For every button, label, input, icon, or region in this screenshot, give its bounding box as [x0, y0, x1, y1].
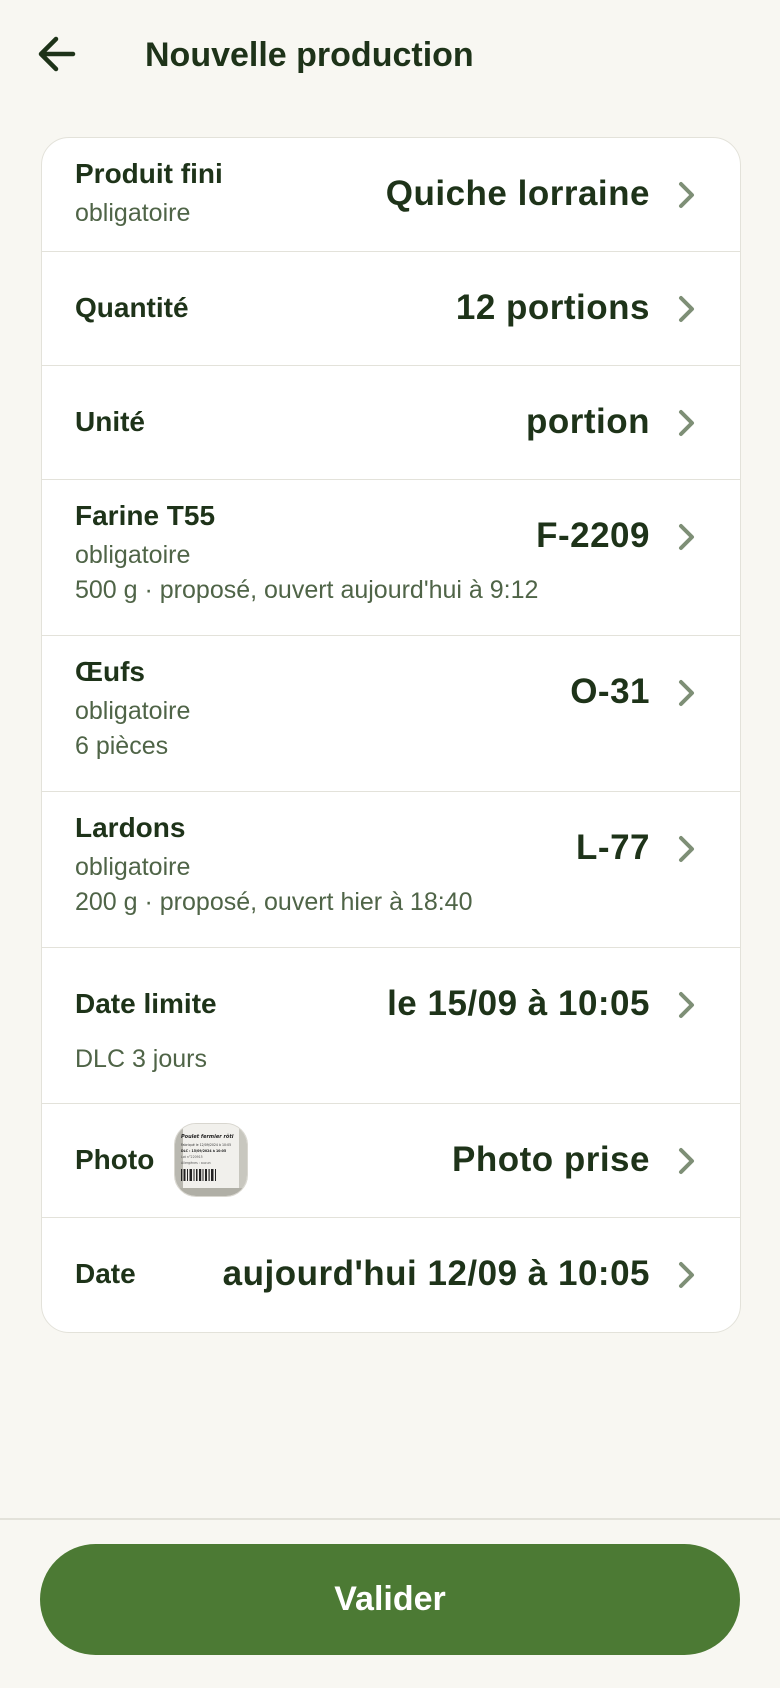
thumb-line-2: Fabriqué le 12/09/2024 à 10:05 — [181, 1143, 231, 1147]
lot-number: F-2209 — [536, 516, 650, 555]
photo-status: Photo prise — [451, 1140, 650, 1179]
chevron-right-icon — [679, 182, 694, 208]
row-value: portion — [525, 402, 650, 441]
chevron-right-icon — [679, 680, 694, 706]
required-hint: obligatoire — [75, 199, 191, 227]
chevron-right-icon — [679, 1262, 694, 1288]
lot-number: O-31 — [570, 672, 650, 711]
row-ingredient-lardons[interactable]: Lardons obligatoire 200 g · proposé, ouv… — [42, 792, 740, 948]
dlc-hint: DLC 3 jours — [75, 1045, 207, 1073]
row-label: Unité — [75, 406, 145, 437]
row-quantite[interactable]: Quantité 12 portions — [42, 252, 740, 366]
row-label: Produit fini — [75, 158, 223, 189]
row-photo[interactable]: Photo Poulet fermier rôti Fabriqué le 12… — [42, 1104, 740, 1218]
footer-divider — [0, 1518, 780, 1520]
ingredient-detail: 500 g · proposé, ouvert aujourd'hui à 9:… — [75, 576, 539, 604]
row-unite[interactable]: Unité portion — [42, 366, 740, 480]
arrow-left-icon[interactable] — [36, 36, 76, 72]
row-label: Photo — [75, 1144, 155, 1175]
expiry-value: le 15/09 à 10:05 — [387, 984, 650, 1023]
ingredient-detail: 6 pièces — [75, 732, 169, 760]
ingredient-detail: 200 g · proposé, ouvert hier à 18:40 — [75, 888, 473, 916]
chevron-right-icon — [679, 992, 694, 1018]
production-form-card: Produit fini obligatoire Quiche lorraine… — [41, 137, 741, 1333]
row-value: Quiche lorraine — [385, 174, 650, 213]
thumb-line-5: Allergènes : aucun — [181, 1161, 211, 1165]
row-date-limite[interactable]: Date limite DLC 3 jours le 15/09 à 10:05 — [42, 948, 740, 1104]
thumb-line-1: Poulet fermier rôti — [181, 1133, 234, 1140]
thumb-line-3: DLC : 15/09/2024 à 10:05 — [181, 1149, 226, 1153]
required-hint: obligatoire — [75, 541, 191, 569]
back-button[interactable] — [30, 28, 82, 80]
thumb-line-4: Lot n°220915 — [181, 1155, 203, 1159]
row-date[interactable]: Date aujourd'hui 12/09 à 10:05 — [42, 1218, 740, 1332]
app-root: Nouvelle production Produit fini obligat… — [0, 0, 780, 1688]
required-hint: obligatoire — [75, 853, 191, 881]
row-produit-fini[interactable]: Produit fini obligatoire Quiche lorraine — [42, 138, 740, 252]
chevron-right-icon — [679, 1148, 694, 1174]
validate-button[interactable]: Valider — [40, 1544, 740, 1655]
row-label: Quantité — [75, 292, 189, 323]
chevron-right-icon — [679, 410, 694, 436]
lot-number: L-77 — [576, 828, 650, 867]
header: Nouvelle production — [0, 0, 780, 112]
row-ingredient-oeufs[interactable]: Œufs obligatoire 6 pièces O-31 — [42, 636, 740, 792]
row-label: Date limite — [75, 988, 217, 1019]
ingredient-name: Farine T55 — [75, 500, 216, 531]
ingredient-name: Lardons — [75, 812, 186, 843]
chevron-right-icon — [679, 524, 694, 550]
photo-thumbnail[interactable]: Poulet fermier rôti Fabriqué le 12/09/20… — [174, 1123, 248, 1197]
label-photo-image: Poulet fermier rôti Fabriqué le 12/09/20… — [175, 1124, 247, 1196]
row-ingredient-farine[interactable]: Farine T55 obligatoire 500 g · proposé, … — [42, 480, 740, 636]
chevron-right-icon — [679, 296, 694, 322]
production-date-value: aujourd'hui 12/09 à 10:05 — [222, 1254, 650, 1293]
page-title: Nouvelle production — [145, 36, 474, 74]
chevron-right-icon — [679, 836, 694, 862]
required-hint: obligatoire — [75, 697, 191, 725]
row-value: 12 portions — [455, 288, 650, 327]
ingredient-name: Œufs — [75, 656, 145, 687]
row-label: Date — [75, 1258, 136, 1289]
